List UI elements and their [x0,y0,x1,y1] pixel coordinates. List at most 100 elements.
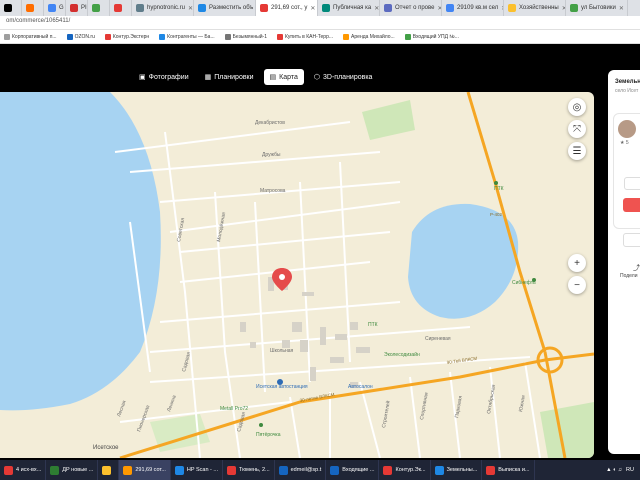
bookmark-item[interactable]: Аренда Михайло... [343,33,395,40]
label-shkolnaya: Школьная [270,348,294,354]
poi-marker-sibneft [532,278,536,282]
taskbar-item[interactable]: Входящие ... [326,460,380,480]
location-pin-icon[interactable] [272,268,292,291]
browser-tab[interactable]: Хозяйственны✕ [504,0,566,16]
label-r402-2: 90-Тей ВЛКСМ [446,355,477,365]
taskbar-app-icon [123,465,133,475]
browser-tab[interactable]: 29109 кв.м сел✕ [442,0,504,16]
taskbar-item[interactable]: HP Scan - ... [171,460,223,480]
locate-icon[interactable]: ◎ [568,98,586,116]
zoom-out-button[interactable]: − [568,276,586,294]
url-text[interactable]: om/commerce/1065411/ [6,18,70,24]
bookmark-item[interactable]: Входящий УПД №... [404,33,459,40]
system-tray[interactable]: ▲ ◐ ♫ RU [606,460,634,480]
bookmark-item[interactable]: Безымянный-1 [224,33,267,40]
tab-close-icon[interactable]: ✕ [188,5,193,12]
plan-icon: ▦ [204,74,212,81]
bookmark-favicon-icon [4,33,10,40]
bookmarks-bar: Корпоративный п... OZON.ru Контур.Экстерн К… [0,30,640,44]
tab-close-icon[interactable]: ✕ [374,5,379,12]
tab-label: Разместить объ [209,5,254,11]
taskbar-label: edmeil@sp.t [290,467,322,473]
map-view[interactable]: Декабристов Дружбы Матросова Советская М… [0,92,594,458]
browser-tab[interactable]: Разместить объ✕ [194,0,256,16]
taskbar-item[interactable]: Земельны... [431,460,483,480]
zoom-in-button[interactable]: + [568,254,586,272]
taskbar-item[interactable]: Контур.Эк... [379,460,431,480]
taskbar-item[interactable] [98,460,120,480]
taskbar-item[interactable]: edmeil@sp.t [275,460,327,480]
offer-address: село Исет [615,88,639,94]
avatar[interactable] [618,120,636,138]
browser-tab[interactable] [0,0,22,16]
layers-icon[interactable]: ☰ [568,142,586,160]
bookmark-label: OZON.ru [74,33,95,40]
taskbar-label: Тюмень, 2... [239,467,270,473]
label-molodezhnaya: Молодёжная [216,212,227,243]
share-label[interactable]: Подели [620,273,638,279]
browser-tab[interactable] [22,0,44,16]
taskbar-item[interactable]: Тюмень, 2... [223,460,275,480]
browser-tab[interactable]: Отчет о прове✕ [380,0,442,16]
tray-icons[interactable]: ▲ ◐ ♫ [606,467,622,473]
bookmark-label: Контрагенты — Ба... [167,33,215,40]
tab-label: Отчет о прове [395,5,435,11]
taskbar-app-icon [486,465,496,475]
tab-map[interactable]: ▤ Карта [263,69,304,85]
browser-tab[interactable] [110,0,132,16]
bookmark-item[interactable]: Контур.Экстерн [104,33,149,40]
tab-favicon-icon [570,4,578,12]
label-lesnaya: Лесная [116,400,127,418]
browser-tab[interactable]: Публичная ка ✕ [318,0,380,16]
share-icon[interactable]: ⤴ [633,263,640,273]
tab-favicon-icon [26,4,34,12]
bookmark-item[interactable]: Корпоративный п... [4,33,57,40]
tab-plan[interactable]: ▦ Планировки [199,69,260,85]
bookmark-favicon-icon [66,33,73,40]
taskbar-item[interactable]: Выписка и... [482,460,535,480]
tab-favicon-icon [322,4,330,12]
tab-favicon-icon [384,4,392,12]
taskbar-app-icon [50,465,60,475]
label-iset: Исетское [93,445,119,451]
tab-label: PIC [81,5,87,11]
taskbar-app-icon [330,465,340,475]
tab-label: G [59,5,64,11]
view-tabs: ▣ Фотографии ▦ Планировки ▤ Карта ⬡ 3D-планиров… [133,69,378,85]
browser-tab[interactable] [88,0,110,16]
tab-close-icon[interactable]: ✕ [310,5,315,12]
taskbar-item[interactable]: ДР новые ... [46,460,99,480]
bookmark-item[interactable]: Контрагенты — Ба... [159,33,215,40]
bookmark-item[interactable]: Купить в КАН-Терр... [276,33,333,40]
browser-tab[interactable]: hypnotronic.ru ✕ [132,0,194,16]
language-indicator[interactable]: RU [626,467,634,473]
bookmark-item[interactable]: OZON.ru [66,33,95,40]
tab-3d[interactable]: ⬡ 3D-планировка [308,69,379,85]
browser-tab[interactable]: PIC [66,0,88,16]
bookmark-favicon-icon [404,33,411,40]
tab-favicon-icon [260,4,268,12]
lake-left [0,92,161,411]
fullscreen-icon[interactable]: ⤧ [568,120,586,138]
map-canvas[interactable]: Декабристов Дружбы Матросова Советская М… [0,92,594,458]
label-dekabrist: Декабристов [255,120,285,126]
tab-favicon-icon [136,4,144,12]
label-ekoles: Эколесодизайн [384,351,420,358]
tab-close-icon[interactable]: ✕ [619,5,624,12]
taskbar-item[interactable]: 4 исх-вх... [0,460,47,480]
taskbar-app-icon [4,465,13,475]
show-phone-button[interactable] [623,198,640,212]
address-bar[interactable]: om/commerce/1065411/ [0,16,640,30]
browser-tab[interactable]: ул Бытовики ✕ [566,0,628,16]
label-parkovaya: Парковая [454,395,464,418]
browser-tab[interactable]: 291,69 сот., у ✕ [256,0,318,16]
label-yuzhnaya: Южная [518,395,527,413]
agent-button-3[interactable] [623,233,640,247]
label-r402-1: Р-402 [490,212,503,217]
agent-button-1[interactable] [624,177,640,190]
label-druzhby: Дружбы [262,152,281,158]
tab-photo[interactable]: ▣ Фотографии [133,69,195,85]
offer-side-panel: Земельн село Исет ★ 5 ⤴ Подели [608,70,640,454]
browser-tab[interactable]: G [44,0,66,16]
taskbar-item[interactable]: 291,69 сот... [119,460,171,480]
